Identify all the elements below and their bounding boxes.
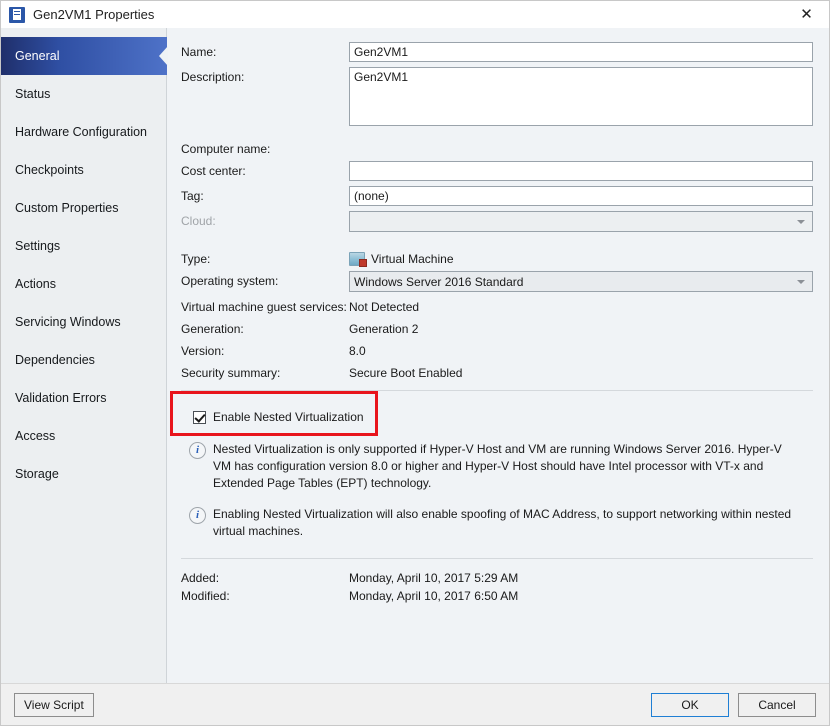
- description-row: Description: Gen2VM1: [181, 67, 813, 126]
- info-note-text: Enabling Nested Virtualization will also…: [213, 506, 803, 540]
- info-icon: i: [189, 507, 206, 524]
- sidebar-item-label: Checkpoints: [15, 163, 84, 177]
- computer-name-label: Computer name:: [181, 139, 349, 156]
- name-row: Name:: [181, 42, 813, 62]
- generation-label: Generation:: [181, 319, 349, 336]
- generation-value: Generation 2: [349, 319, 418, 336]
- close-icon[interactable]: ✕: [784, 1, 829, 28]
- operating-system-row: Operating system: Windows Server 2016 St…: [181, 271, 813, 292]
- type-value-wrap: Virtual Machine: [349, 249, 454, 266]
- tag-input[interactable]: [349, 186, 813, 206]
- operating-system-dropdown[interactable]: Windows Server 2016 Standard: [349, 271, 813, 292]
- modified-value: Monday, April 10, 2017 6:50 AM: [349, 589, 518, 603]
- info-icon: i: [189, 442, 206, 459]
- added-label: Added:: [181, 571, 349, 585]
- title-bar: Gen2VM1 Properties ✕: [1, 1, 829, 28]
- ok-button[interactable]: OK: [651, 693, 729, 717]
- type-value: Virtual Machine: [371, 252, 454, 266]
- cloud-row: Cloud:: [181, 211, 813, 232]
- type-row: Type: Virtual Machine: [181, 249, 813, 266]
- divider: [181, 558, 813, 559]
- cloud-label: Cloud:: [181, 211, 349, 228]
- sidebar-item-label: Status: [15, 87, 50, 101]
- sidebar-item-servicing-windows[interactable]: Servicing Windows: [1, 303, 166, 341]
- version-value: 8.0: [349, 341, 366, 358]
- security-summary-label: Security summary:: [181, 363, 349, 380]
- name-label: Name:: [181, 42, 349, 59]
- general-panel: Name: Description: Gen2VM1 Computer name…: [167, 28, 829, 683]
- nested-virtualization-wrap: Enable Nested Virtualization: [181, 400, 364, 427]
- sidebar-item-settings[interactable]: Settings: [1, 227, 166, 265]
- sidebar-item-checkpoints[interactable]: Checkpoints: [1, 151, 166, 189]
- guest-services-label: Virtual machine guest services:: [181, 297, 349, 314]
- description-input[interactable]: Gen2VM1: [349, 67, 813, 126]
- cost-center-row: Cost center:: [181, 161, 813, 181]
- version-label: Version:: [181, 341, 349, 358]
- info-note-text: Nested Virtualization is only supported …: [213, 441, 803, 492]
- enable-nested-virtualization-checkbox[interactable]: Enable Nested Virtualization: [193, 410, 364, 424]
- sidebar-item-label: Settings: [15, 239, 60, 253]
- description-label: Description:: [181, 67, 349, 84]
- cost-center-label: Cost center:: [181, 161, 349, 178]
- sidebar-item-label: Storage: [15, 467, 59, 481]
- sidebar-item-hardware-configuration[interactable]: Hardware Configuration: [1, 113, 166, 151]
- dialog-body: General Status Hardware Configuration Ch…: [1, 28, 829, 683]
- sidebar-item-label: Dependencies: [15, 353, 95, 367]
- enable-nested-virtualization-label: Enable Nested Virtualization: [213, 410, 364, 424]
- sidebar-item-general[interactable]: General: [1, 37, 167, 75]
- cost-center-input[interactable]: [349, 161, 813, 181]
- added-row: Added: Monday, April 10, 2017 5:29 AM: [181, 571, 813, 585]
- sidebar-item-label: Hardware Configuration: [15, 125, 147, 139]
- guest-services-row: Virtual machine guest services: Not Dete…: [181, 297, 813, 314]
- operating-system-label: Operating system:: [181, 271, 349, 288]
- vm-properties-icon: [9, 7, 25, 23]
- sidebar-item-label: Servicing Windows: [15, 315, 121, 329]
- tag-row: Tag:: [181, 186, 813, 206]
- properties-dialog: Gen2VM1 Properties ✕ General Status Hard…: [0, 0, 830, 726]
- guest-services-value: Not Detected: [349, 297, 419, 314]
- sidebar-item-label: General: [15, 49, 59, 63]
- modified-row: Modified: Monday, April 10, 2017 6:50 AM: [181, 589, 813, 603]
- sidebar-item-dependencies[interactable]: Dependencies: [1, 341, 166, 379]
- chevron-down-icon: [797, 220, 805, 224]
- virtual-machine-icon: [349, 252, 365, 266]
- info-note-1: i Nested Virtualization is only supporte…: [189, 441, 813, 492]
- sidebar-item-label: Access: [15, 429, 55, 443]
- version-row: Version: 8.0: [181, 341, 813, 358]
- security-summary-row: Security summary: Secure Boot Enabled: [181, 363, 813, 380]
- computer-name-row: Computer name:: [181, 139, 813, 156]
- sidebar-item-label: Actions: [15, 277, 56, 291]
- info-note-2: i Enabling Nested Virtualization will al…: [189, 506, 813, 540]
- sidebar-item-storage[interactable]: Storage: [1, 455, 166, 493]
- sidebar-item-access[interactable]: Access: [1, 417, 166, 455]
- sidebar-item-status[interactable]: Status: [1, 75, 166, 113]
- dialog-footer: View Script OK Cancel: [1, 683, 829, 725]
- sidebar-item-actions[interactable]: Actions: [1, 265, 166, 303]
- tag-label: Tag:: [181, 186, 349, 203]
- sidebar-item-label: Validation Errors: [15, 391, 106, 405]
- security-summary-value: Secure Boot Enabled: [349, 363, 462, 380]
- operating-system-value: Windows Server 2016 Standard: [354, 275, 523, 289]
- generation-row: Generation: Generation 2: [181, 319, 813, 336]
- view-script-button[interactable]: View Script: [14, 693, 94, 717]
- sidebar-item-custom-properties[interactable]: Custom Properties: [1, 189, 166, 227]
- type-label: Type:: [181, 249, 349, 266]
- chevron-down-icon: [797, 280, 805, 284]
- window-title: Gen2VM1 Properties: [33, 7, 154, 22]
- sidebar-item-label: Custom Properties: [15, 201, 119, 215]
- sidebar-nav: General Status Hardware Configuration Ch…: [1, 28, 167, 683]
- cloud-dropdown[interactable]: [349, 211, 813, 232]
- divider: [181, 390, 813, 391]
- sidebar-item-validation-errors[interactable]: Validation Errors: [1, 379, 166, 417]
- modified-label: Modified:: [181, 589, 349, 603]
- checkbox-checked-icon: [193, 411, 206, 424]
- cancel-button[interactable]: Cancel: [738, 693, 816, 717]
- name-input[interactable]: [349, 42, 813, 62]
- added-value: Monday, April 10, 2017 5:29 AM: [349, 571, 518, 585]
